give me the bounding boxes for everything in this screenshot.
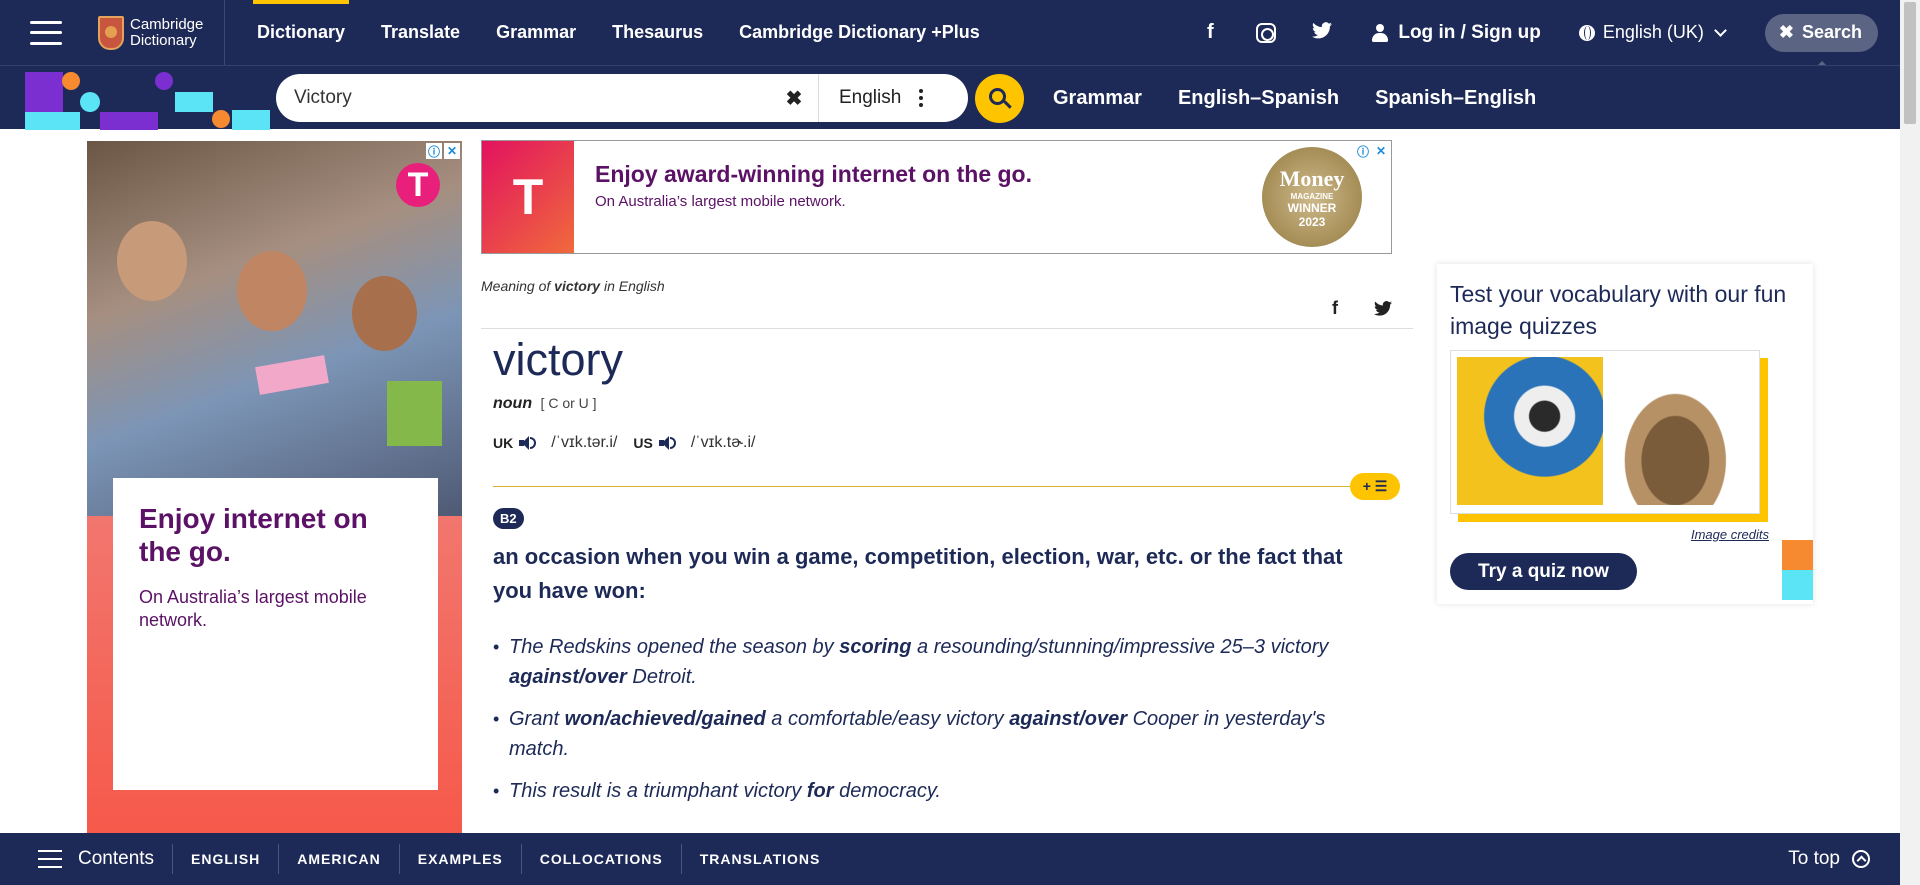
logo-text: Cambridge Dictionary	[130, 15, 204, 49]
ad-headline: Enjoy internet on the go.	[139, 503, 368, 567]
banner-advertisement[interactable]: T Enjoy award-winning internet on the go…	[481, 140, 1392, 254]
nav-right: f Log in / Sign up English (UK) ✖ Search	[1182, 0, 1900, 68]
level-badge: B2	[493, 508, 524, 529]
example-sentence: The Redskins opened the season by scorin…	[493, 632, 1353, 692]
arrow-up-icon	[1852, 850, 1870, 868]
instagram-icon[interactable]	[1238, 21, 1294, 44]
close-icon: ✖	[1778, 22, 1794, 42]
uk-audio-icon[interactable]	[519, 436, 537, 450]
tab-english[interactable]: ENGLISH	[172, 844, 278, 874]
tab-collocations[interactable]: COLLOCATIONS	[520, 844, 681, 874]
sublink-english-spanish[interactable]: English–Spanish	[1160, 87, 1357, 110]
nav-grammar[interactable]: Grammar	[478, 0, 594, 65]
nav-plus[interactable]: Cambridge Dictionary +Plus	[721, 0, 998, 65]
examples-list: The Redskins opened the season by scorin…	[493, 632, 1353, 818]
crest-icon	[98, 15, 124, 50]
more-options-icon[interactable]	[919, 89, 924, 107]
snail-image	[1611, 357, 1754, 505]
language-selector[interactable]: English (UK)	[1578, 22, 1727, 43]
banner-headline: Enjoy award-winning internet on the go.	[595, 161, 1032, 187]
login-button[interactable]: Log in / Sign up	[1372, 22, 1541, 44]
uk-ipa: /ˈvɪk.tər.i/	[551, 434, 618, 451]
contents-button[interactable]: Contents	[78, 848, 154, 870]
decor-square	[1782, 540, 1813, 570]
telstra-logo: T	[396, 163, 440, 207]
search-divider	[818, 74, 819, 122]
dictionary-sublinks: Grammar English–Spanish Spanish–English	[1035, 66, 1554, 130]
image-credits-link[interactable]: Image credits	[1691, 527, 1769, 542]
ad-close-icon[interactable]: ✕	[444, 143, 460, 159]
header-divider	[481, 328, 1413, 329]
ad-info-icon[interactable]: ⓘ	[426, 143, 442, 159]
scrollbar-thumb[interactable]	[1904, 2, 1916, 124]
search-toggle-button[interactable]: ✖ Search	[1764, 13, 1878, 68]
sublink-spanish-english[interactable]: Spanish–English	[1357, 87, 1554, 110]
to-top-button[interactable]: To top	[1788, 848, 1870, 870]
search-box: ✖ English	[276, 74, 968, 122]
tab-american[interactable]: AMERICAN	[278, 844, 398, 874]
us-ipa: /ˈvɪk.tɚ.i/	[690, 434, 756, 451]
part-of-speech: noun [ C or U ]	[493, 395, 597, 412]
scrollbar[interactable]	[1900, 0, 1920, 885]
definition: an occasion when you win a game, competi…	[493, 544, 1343, 603]
facebook-icon[interactable]: f	[1182, 21, 1238, 44]
us-audio-icon[interactable]	[658, 436, 677, 450]
tab-translations[interactable]: TRANSLATIONS	[680, 844, 839, 874]
add-to-wordlist-button[interactable]: + ☰	[1350, 473, 1400, 500]
ad-controls: ⓘ ✕	[426, 143, 460, 159]
nav-translate[interactable]: Translate	[363, 0, 478, 65]
globe-icon	[1578, 24, 1595, 41]
quiz-images[interactable]	[1450, 350, 1760, 514]
menu-icon[interactable]	[30, 20, 62, 45]
clear-search-icon[interactable]: ✖	[774, 86, 814, 111]
decor-square	[1782, 570, 1813, 600]
us-label: US	[633, 435, 653, 451]
headword: victory	[493, 334, 624, 385]
twitter-share-icon[interactable]	[1374, 300, 1392, 321]
chevron-down-icon	[1713, 23, 1727, 37]
top-nav: Cambridge Dictionary Dictionary Translat…	[0, 0, 1900, 68]
search-input[interactable]	[294, 87, 774, 109]
search-submit-button[interactable]	[975, 74, 1024, 123]
search-band: ✖ English Grammar English–Spanish Spanis…	[0, 65, 1900, 130]
left-advertisement[interactable]: T ⓘ ✕ Enjoy internet on the go. On Austr…	[87, 141, 462, 835]
user-icon	[1372, 23, 1389, 42]
contents-menu-icon[interactable]	[38, 850, 62, 868]
ad-controls: ⓘ ✕	[1355, 143, 1389, 159]
nav-divider	[224, 0, 225, 65]
telstra-logo: T	[482, 141, 574, 253]
decorative-shapes	[0, 66, 270, 130]
tab-examples[interactable]: EXAMPLES	[398, 844, 521, 874]
try-quiz-button[interactable]: Try a quiz now	[1450, 553, 1637, 590]
quiz-widget: Test your vocabulary with our fun image …	[1437, 264, 1813, 604]
cambridge-logo[interactable]: Cambridge Dictionary	[98, 15, 212, 50]
nav-dictionary[interactable]: Dictionary	[239, 0, 363, 65]
dictionary-select[interactable]: English	[839, 87, 901, 109]
ad-body: On Australia’s largest mobile network.	[139, 587, 367, 630]
bottom-bar: Contents ENGLISH AMERICAN EXAMPLES COLLO…	[0, 833, 1900, 885]
parrot-image	[1457, 357, 1603, 505]
nav-links: Dictionary Translate Grammar Thesaurus C…	[239, 0, 998, 65]
twitter-icon[interactable]	[1294, 21, 1350, 44]
award-badge: Money MAGAZINE WINNER 2023	[1262, 147, 1362, 247]
quiz-title: Test your vocabulary with our fun image …	[1450, 281, 1787, 339]
nav-thesaurus[interactable]: Thesaurus	[594, 0, 721, 65]
ad-info-icon[interactable]: ⓘ	[1355, 143, 1371, 159]
sense-divider	[493, 486, 1353, 487]
ad-close-icon[interactable]: ✕	[1373, 143, 1389, 159]
uk-label: UK	[493, 435, 514, 451]
sublink-grammar[interactable]: Grammar	[1035, 87, 1160, 110]
pronunciation: UK /ˈvɪk.tər.i/ US /ˈvɪk.tɚ.i/	[493, 434, 771, 452]
example-sentence: Grant won/achieved/gained a comfortable/…	[493, 704, 1353, 764]
meaning-header: Meaning of victory in English	[481, 278, 665, 294]
search-icon	[989, 88, 1006, 105]
example-sentence: This result is a triumphant victory for …	[493, 776, 1353, 806]
ad-card: Enjoy internet on the go. On Australia’s…	[113, 478, 438, 790]
banner-body: On Australia’s largest mobile network.	[595, 193, 846, 210]
facebook-share-icon[interactable]: f	[1332, 298, 1338, 319]
